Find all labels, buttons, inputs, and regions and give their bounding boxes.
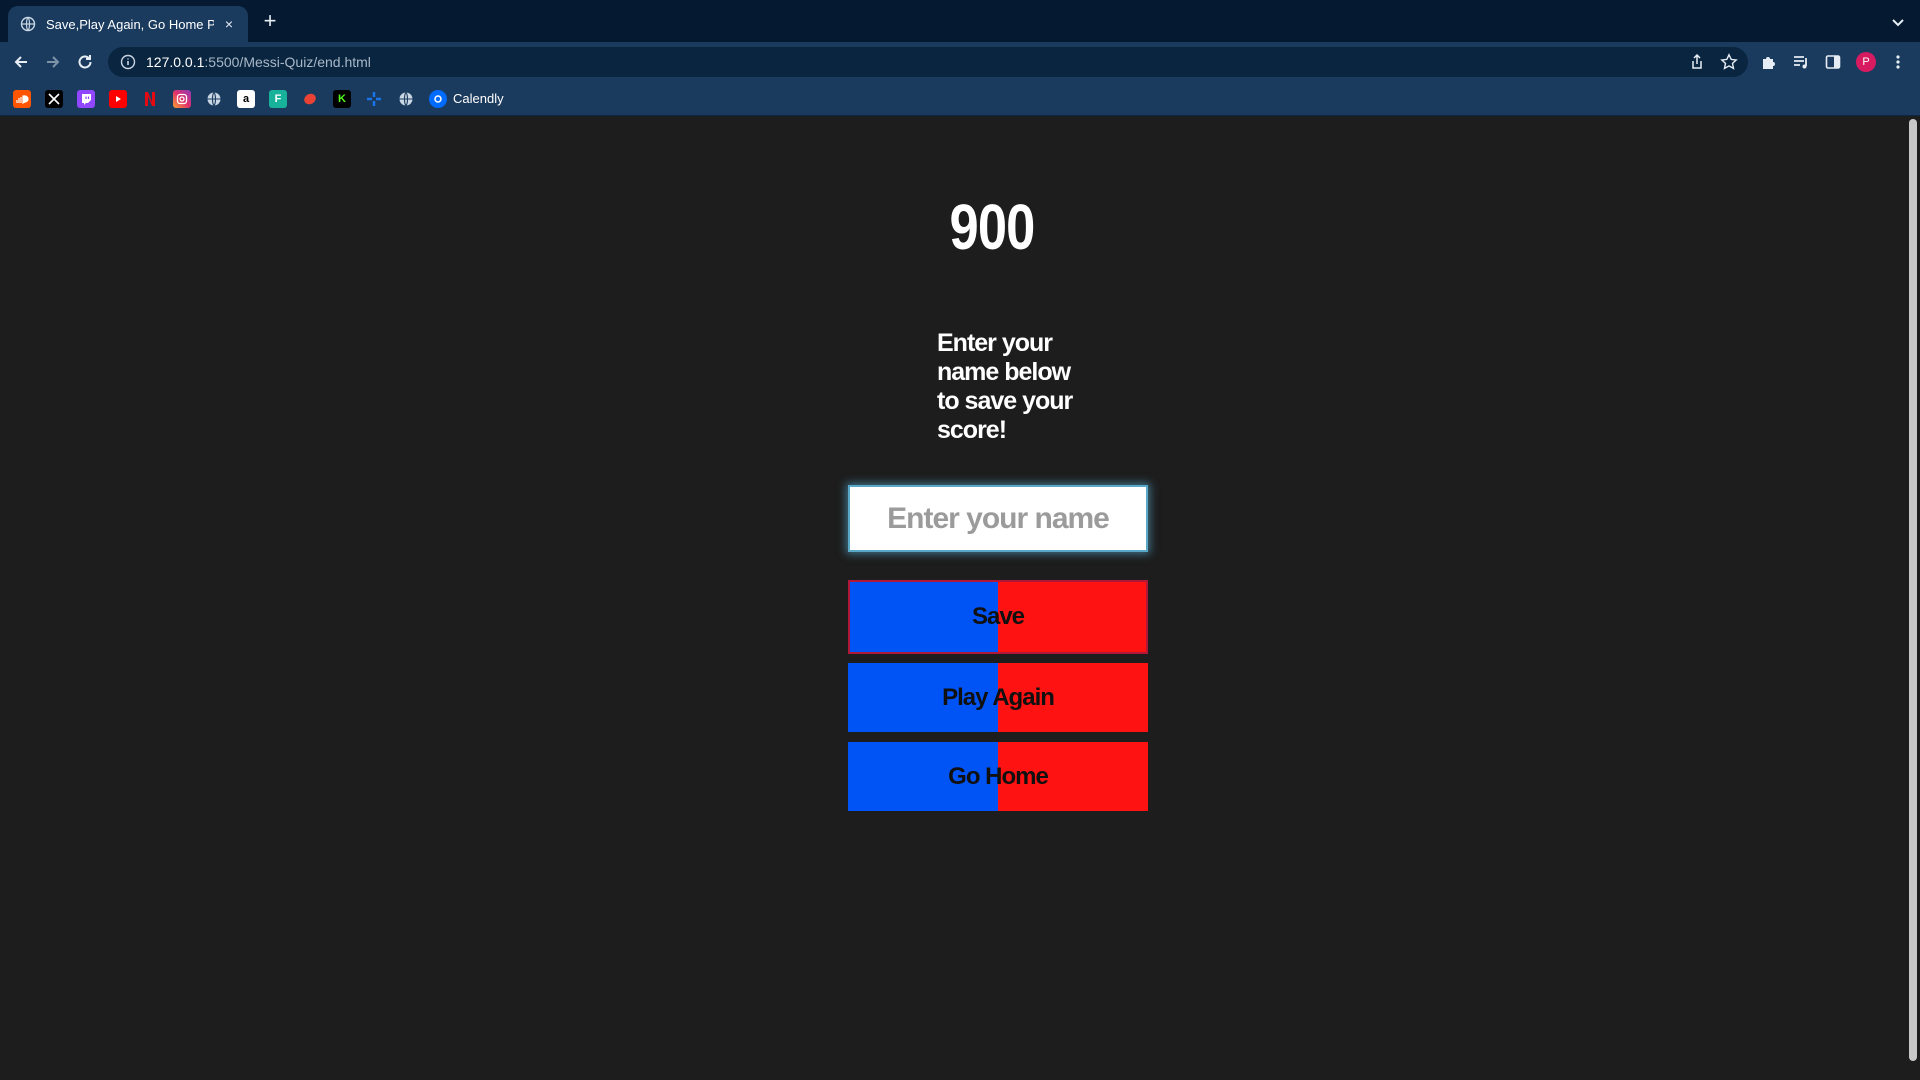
side-panel-icon[interactable] xyxy=(1821,50,1845,74)
netflix-icon[interactable] xyxy=(141,90,159,108)
go-home-button[interactable]: Go Home xyxy=(848,742,1148,811)
globe-icon xyxy=(20,16,36,32)
share-icon[interactable] xyxy=(1685,50,1709,74)
new-tab-button[interactable]: + xyxy=(258,10,282,34)
forward-arrow-icon[interactable] xyxy=(41,50,65,74)
media-queue-icon[interactable] xyxy=(1789,50,1813,74)
tab-title: Save,Play Again, Go Home Pag xyxy=(46,16,214,32)
close-tab-icon[interactable]: × xyxy=(220,15,238,33)
bookmarks-bar: a F K Calendly xyxy=(0,82,1920,116)
bookmark-calendly-label[interactable]: Calendly xyxy=(453,91,504,106)
address-bar[interactable]: 127.0.0.1 :5500/Messi-Quiz/end.html xyxy=(108,47,1748,77)
save-score-prompt: Enter your name below to save your score… xyxy=(937,329,1073,444)
save-button[interactable]: Save xyxy=(848,580,1148,654)
blue-app-icon[interactable] xyxy=(365,90,383,108)
extensions-puzzle-icon[interactable] xyxy=(1757,50,1781,74)
final-score: 900 xyxy=(949,191,1035,263)
browser-tab[interactable]: Save,Play Again, Go Home Pag × xyxy=(8,6,248,42)
x-icon[interactable] xyxy=(45,90,63,108)
scrollbar[interactable] xyxy=(1905,117,1920,1080)
youtube-icon[interactable] xyxy=(109,90,127,108)
kebab-menu-icon[interactable] xyxy=(1886,50,1910,74)
globe-icon[interactable] xyxy=(397,90,415,108)
scrollbar-thumb[interactable] xyxy=(1909,119,1917,1061)
twitch-icon[interactable] xyxy=(77,90,95,108)
browser-tab-bar: Save,Play Again, Go Home Pag × + xyxy=(0,0,1920,42)
url-host: 127.0.0.1 xyxy=(146,54,205,70)
bookmark-star-icon[interactable] xyxy=(1717,50,1741,74)
instagram-icon[interactable] xyxy=(173,90,191,108)
amazon-icon[interactable]: a xyxy=(237,90,255,108)
reload-icon[interactable] xyxy=(73,50,97,74)
username-input[interactable] xyxy=(848,485,1148,552)
red-app-icon[interactable] xyxy=(301,90,319,108)
info-icon[interactable] xyxy=(120,54,136,70)
back-arrow-icon[interactable] xyxy=(9,50,33,74)
chevron-down-icon[interactable] xyxy=(1888,12,1908,32)
soundcloud-icon[interactable] xyxy=(13,90,31,108)
play-again-button[interactable]: Play Again xyxy=(848,663,1148,732)
kick-icon[interactable]: K xyxy=(333,90,351,108)
calendly-icon[interactable] xyxy=(429,90,447,108)
profile-avatar[interactable]: P xyxy=(1856,52,1876,72)
browser-toolbar: 127.0.0.1 :5500/Messi-Quiz/end.html P xyxy=(0,42,1920,82)
url-path: :5500/Messi-Quiz/end.html xyxy=(204,54,371,70)
globe-icon[interactable] xyxy=(205,90,223,108)
f-app-icon[interactable]: F xyxy=(269,90,287,108)
